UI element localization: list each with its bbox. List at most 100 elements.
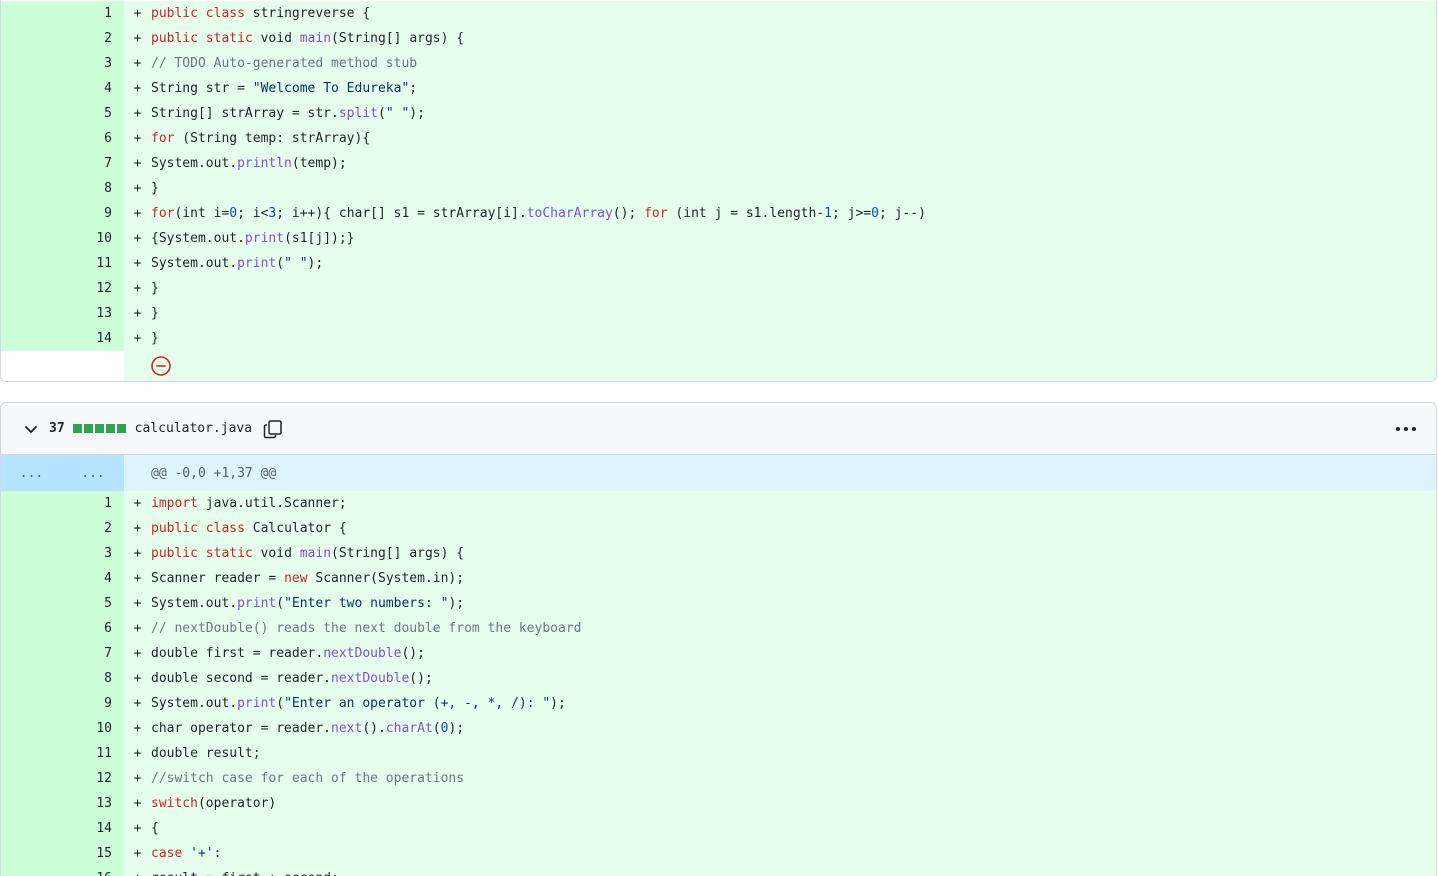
line-number[interactable]: 16	[1, 866, 124, 876]
code-line: double result;	[151, 746, 1436, 761]
line-number[interactable]: 12	[1, 276, 124, 301]
line-number[interactable]: 9	[1, 691, 124, 716]
line-number[interactable]: 7	[1, 151, 124, 176]
code-token: (	[432, 721, 441, 736]
line-number[interactable]: 12	[1, 766, 124, 791]
line-number[interactable]: 5	[1, 591, 124, 616]
code-line: double second = reader.nextDouble();	[151, 671, 1436, 686]
diff-line: 14 + {	[1, 816, 1436, 841]
code-token: main	[299, 546, 332, 561]
code-line: System.out.println(temp);	[151, 156, 1436, 171]
line-number[interactable]: 8	[1, 176, 124, 201]
addition-marker: +	[133, 81, 142, 96]
code-token: ();	[409, 671, 433, 686]
code-token: public	[151, 6, 198, 21]
code-token: //switch case for each of the operations	[151, 771, 465, 786]
code-line: System.out.print("Enter an operator (+, …	[151, 696, 1436, 711]
code-token: case	[151, 846, 183, 861]
diffstat-block	[83, 424, 93, 433]
code-line: case '+':	[151, 846, 1436, 861]
code-token: result = first + second;	[151, 871, 339, 876]
code-line: public class stringreverse {	[151, 6, 1436, 21]
code-line: Scanner reader = new Scanner(System.in);	[151, 571, 1436, 586]
line-number[interactable]: 10	[1, 716, 124, 741]
expand-down-button[interactable]: ...	[62, 455, 124, 491]
line-number[interactable]: 1	[1, 1, 124, 26]
code-token: ; i++){ char[] s1 = strArray[i].	[276, 206, 527, 221]
code-line: String str = "Welcome To Edureka";	[151, 81, 1436, 96]
code-token: (int j = s1.length-	[667, 206, 825, 221]
line-number[interactable]: 11	[1, 741, 124, 766]
code-line: }	[151, 181, 1436, 196]
line-number[interactable]: 1	[1, 491, 124, 516]
line-number[interactable]: 3	[1, 541, 124, 566]
gutter-tail	[1, 351, 124, 381]
code-token: void	[252, 546, 300, 561]
line-number[interactable]: 2	[1, 516, 124, 541]
code-token: print	[237, 696, 277, 711]
line-number[interactable]: 13	[1, 791, 124, 816]
code-token: (temp);	[291, 156, 347, 171]
line-number[interactable]: 14	[1, 816, 124, 841]
diff-line: 5 + System.out.print("Enter two numbers: "…	[1, 591, 1436, 616]
diff-line: 5 + String[] strArray = str.split(" ");	[1, 101, 1436, 126]
diffstat-block	[94, 424, 104, 433]
code-tail	[124, 351, 1436, 381]
line-number[interactable]: 13	[1, 301, 124, 326]
line-number[interactable]: 11	[1, 251, 124, 276]
line-number[interactable]: 7	[1, 641, 124, 666]
diff-line: 13 +}	[1, 301, 1436, 326]
code-token: System.out.	[151, 696, 238, 711]
code-token: switch	[151, 796, 198, 811]
collapse-toggle[interactable]	[21, 419, 41, 439]
code-line: }	[151, 306, 1436, 321]
line-number[interactable]: 8	[1, 666, 124, 691]
addition-marker: +	[133, 546, 142, 561]
code-token: String[] strArray = str.	[151, 106, 339, 121]
code-token: 0	[871, 206, 879, 221]
diff-line: 11 + System.out.print(" ");	[1, 251, 1436, 276]
file-name-link[interactable]: calculator.java	[135, 421, 252, 436]
line-number[interactable]: 2	[1, 26, 124, 51]
remove-comment-button[interactable]	[151, 356, 171, 376]
line-number[interactable]: 10	[1, 226, 124, 251]
line-number[interactable]: 15	[1, 841, 124, 866]
line-number[interactable]: 4	[1, 76, 124, 101]
diff-file-calculator: 37 calculator.java ... ... @@ -0,0 +1,37	[0, 402, 1437, 876]
code-token: next	[331, 721, 363, 736]
diff-line: 3 + public static void main(String[] args)…	[1, 541, 1436, 566]
copy-path-button[interactable]	[262, 418, 284, 440]
line-number[interactable]: 9	[1, 201, 124, 226]
expand-up-button[interactable]: ...	[1, 455, 62, 491]
line-number[interactable]: 5	[1, 101, 124, 126]
diff-line: 15 + case '+':	[1, 841, 1436, 866]
code-token: ; j--)	[878, 206, 926, 221]
line-number[interactable]: 3	[1, 51, 124, 76]
diff-line: 1 + public class stringreverse {	[1, 1, 1436, 26]
code-token: ; j>=	[831, 206, 872, 221]
code-token: (String[] args) {	[331, 31, 465, 46]
line-number[interactable]: 14	[1, 326, 124, 351]
code-line: for(int i=0; i<3; i++){ char[] s1 = strA…	[151, 206, 1436, 221]
line-number[interactable]: 6	[1, 126, 124, 151]
line-number[interactable]: 6	[1, 616, 124, 641]
code-token: char operator = reader.	[151, 721, 332, 736]
file-options-button[interactable]	[1394, 419, 1418, 439]
line-number[interactable]: 4	[1, 566, 124, 591]
code-line: System.out.print(" ");	[151, 256, 1436, 271]
code-line: for (String temp: strArray){	[151, 131, 1436, 146]
diffstat-block	[105, 424, 115, 433]
diff-line: 2 + public class Calculator {	[1, 516, 1436, 541]
addition-marker: +	[133, 746, 142, 761]
code-token: "Enter an operator (+, -, *, /): "	[284, 696, 551, 711]
addition-marker: +	[133, 496, 142, 511]
diff-line: 9 + for(int i=0; i<3; i++){ char[] s1 = st…	[1, 201, 1436, 226]
code-token: );	[409, 106, 425, 121]
code-line: result = first + second;	[151, 871, 1436, 876]
code-token: System.out.	[151, 596, 238, 611]
file-header: 37 calculator.java	[1, 403, 1436, 455]
code-token: ; i<	[237, 206, 269, 221]
code-line: String[] strArray = str.split(" ");	[151, 106, 1436, 121]
